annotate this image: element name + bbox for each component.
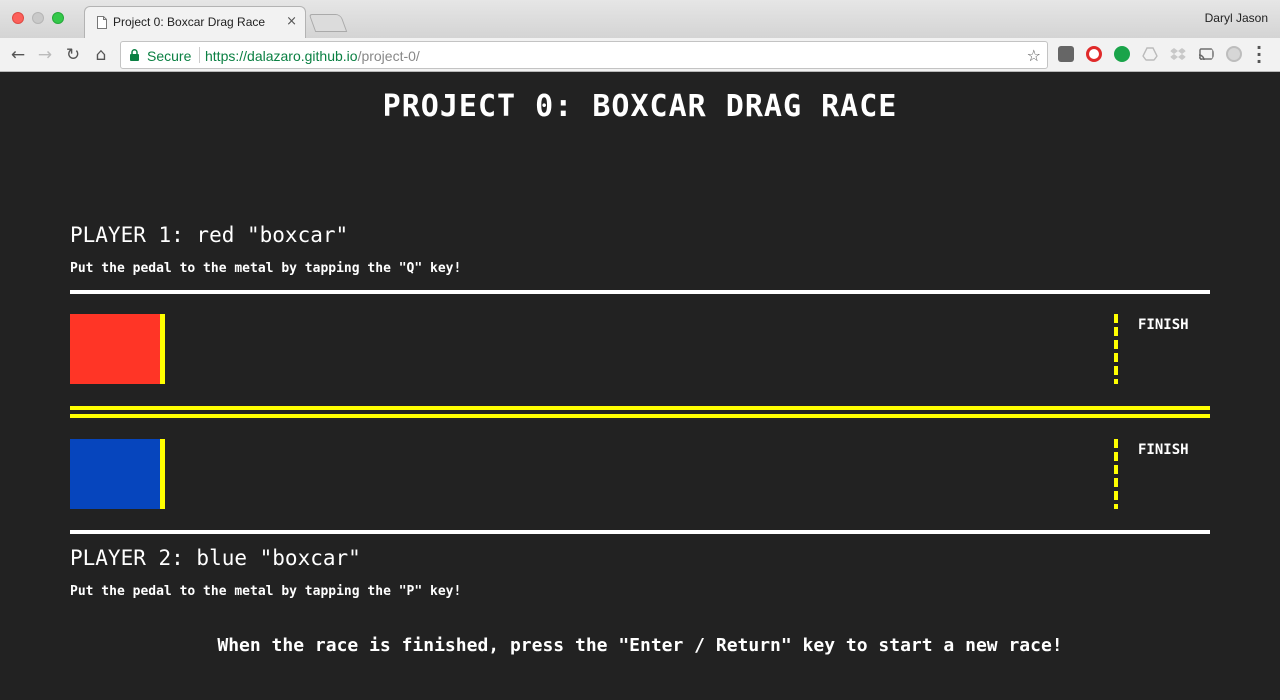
dropbox-icon[interactable] (1170, 46, 1186, 62)
restart-instruction: When the race is finished, press the "En… (217, 635, 1063, 656)
player1-heading: PLAYER 1: red "boxcar" (70, 223, 349, 247)
address-bar[interactable]: Secure https://dalazaro.github.io/projec… (120, 41, 1048, 69)
window-maximize-button[interactable] (52, 12, 64, 24)
track-bottom-border (70, 530, 1210, 534)
drive-icon[interactable] (1142, 46, 1158, 62)
url-scheme: https:// (205, 48, 248, 64)
new-tab-button[interactable] (308, 14, 348, 32)
player2-instruction: Put the pedal to the metal by tapping th… (70, 584, 462, 599)
home-icon[interactable]: ⌂ (90, 44, 112, 66)
security-label: Secure (147, 48, 192, 64)
lane-divider-bottom (70, 414, 1210, 418)
menu-icon[interactable]: · · · (1256, 40, 1262, 70)
profile-name[interactable]: Daryl Jason (1205, 11, 1268, 25)
document-icon (97, 16, 107, 29)
player1-finish-label: FINISH (1138, 317, 1189, 333)
extension-icon[interactable] (1226, 46, 1242, 62)
player1-finish-line (1114, 314, 1118, 384)
player2-car (70, 439, 165, 509)
browser-tab[interactable]: Project 0: Boxcar Drag Race × (84, 6, 306, 38)
track-top-border (70, 290, 1210, 294)
url-host: dalazaro.github.io (247, 48, 358, 64)
player2-car-bumper (160, 439, 165, 509)
url-text[interactable]: https://dalazaro.github.io/project-0/ (205, 48, 420, 64)
lane-divider-top (70, 406, 1210, 410)
cast-icon[interactable] (1198, 46, 1214, 62)
page-content: PROJECT 0: BOXCAR DRAG RACE PLAYER 1: re… (0, 73, 1280, 700)
opera-icon[interactable] (1086, 46, 1102, 62)
browser-titlebar: Project 0: Boxcar Drag Race × Daryl Jaso… (0, 0, 1280, 38)
forward-arrow-icon[interactable]: → (34, 44, 56, 66)
page-title: PROJECT 0: BOXCAR DRAG RACE (382, 89, 898, 124)
pocket-icon[interactable] (1058, 46, 1074, 62)
tab-title: Project 0: Boxcar Drag Race (113, 15, 266, 29)
url-path: /project-0/ (357, 48, 420, 64)
tab-close-icon[interactable]: × (286, 14, 297, 29)
player2-heading: PLAYER 2: blue "boxcar" (70, 546, 361, 570)
window-minimize-button[interactable] (32, 12, 44, 24)
back-arrow-icon[interactable]: ← (7, 44, 29, 66)
player2-finish-label: FINISH (1138, 442, 1189, 458)
reload-icon[interactable]: ↻ (62, 44, 84, 66)
player1-car-bumper (160, 314, 165, 384)
address-separator (199, 47, 200, 63)
lock-icon (130, 49, 139, 61)
player1-car (70, 314, 165, 384)
window-close-button[interactable] (12, 12, 24, 24)
player2-finish-line (1114, 439, 1118, 509)
player1-instruction: Put the pedal to the metal by tapping th… (70, 261, 462, 276)
star-icon[interactable]: ☆ (1027, 46, 1041, 65)
grammarly-icon[interactable] (1114, 46, 1130, 62)
